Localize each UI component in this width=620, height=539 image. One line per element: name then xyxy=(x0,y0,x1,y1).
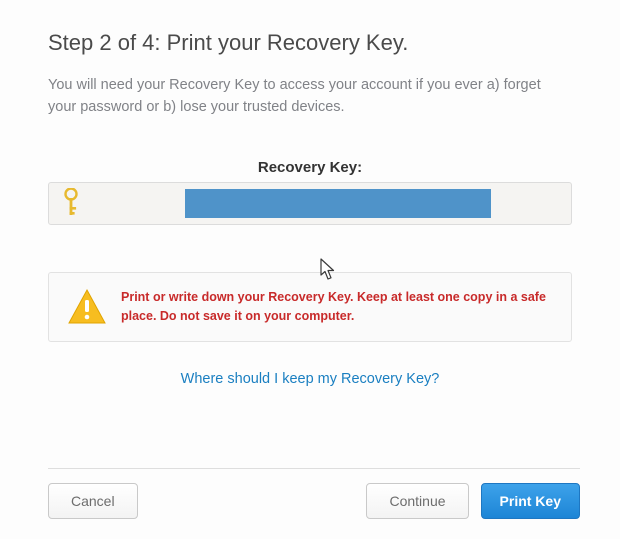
warning-text: Print or write down your Recovery Key. K… xyxy=(121,288,553,327)
key-icon xyxy=(61,188,81,218)
footer-bar: Cancel Continue Print Key xyxy=(48,468,580,519)
warning-icon xyxy=(67,287,107,327)
recovery-key-field xyxy=(48,182,572,225)
help-link[interactable]: Where should I keep my Recovery Key? xyxy=(181,371,440,387)
help-link-row: Where should I keep my Recovery Key? xyxy=(48,370,572,388)
warning-box: Print or write down your Recovery Key. K… xyxy=(48,272,572,342)
step-title: Step 2 of 4: Print your Recovery Key. xyxy=(48,30,572,56)
cancel-button[interactable]: Cancel xyxy=(48,483,138,519)
recovery-key-label: Recovery Key: xyxy=(48,159,572,176)
step-subtitle: You will need your Recovery Key to acces… xyxy=(48,74,572,119)
print-key-button[interactable]: Print Key xyxy=(481,483,580,519)
continue-button[interactable]: Continue xyxy=(366,483,468,519)
recovery-key-value xyxy=(185,189,491,218)
